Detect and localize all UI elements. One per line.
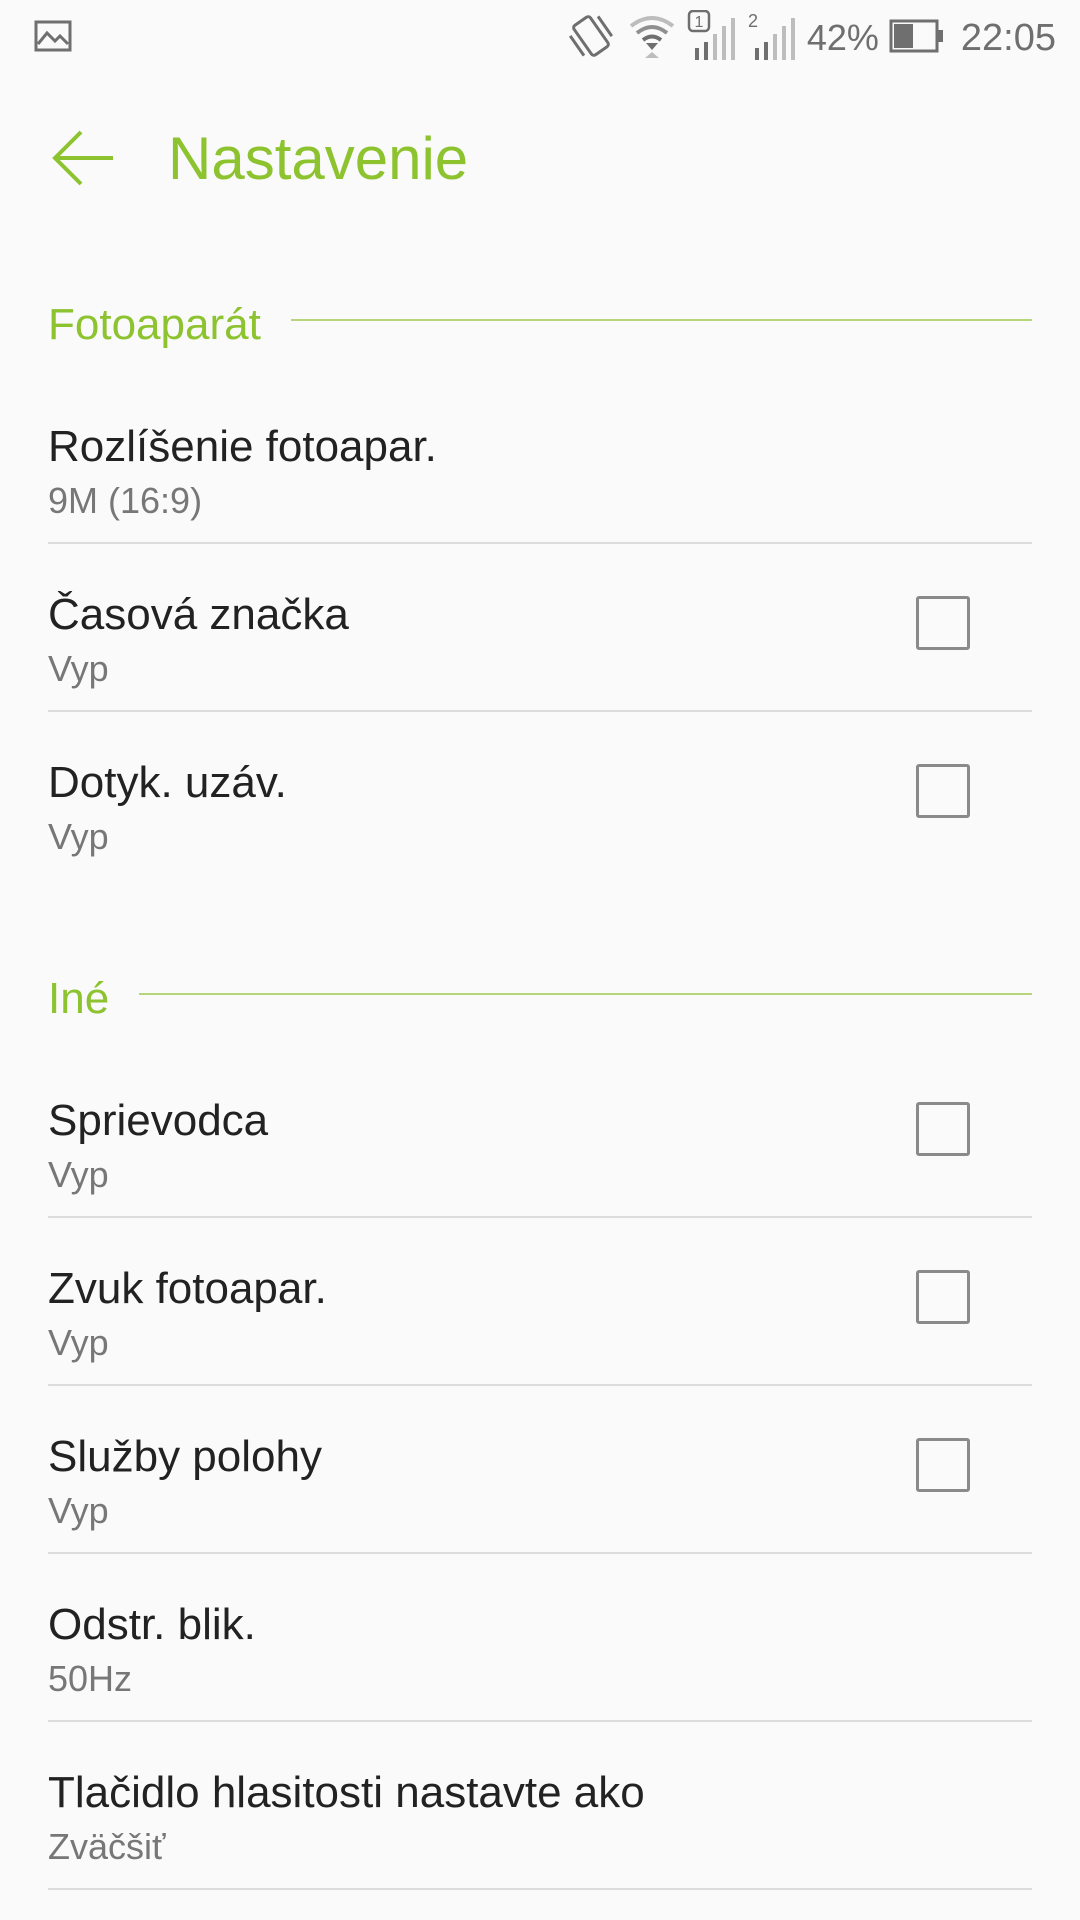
pref-title: Tlačidlo hlasitosti nastavte ako xyxy=(48,1768,645,1817)
pref-guide[interactable]: Sprievodca Vyp xyxy=(48,1050,1032,1218)
section-header-camera: Fotoaparát xyxy=(0,236,1080,376)
section-divider xyxy=(139,993,1032,995)
page-title: Nastavenie xyxy=(168,125,469,192)
pref-summary: Vyp xyxy=(48,1154,109,1195)
app-bar: Nastavenie xyxy=(0,76,1080,236)
settings-screen: 1 2 42% 22:05 Nastavenie Fotoaparát Rozl… xyxy=(0,0,1080,1920)
battery-icon xyxy=(889,18,945,59)
pref-summary: Vyp xyxy=(48,648,109,689)
pref-camera-resolution[interactable]: Rozlíšenie fotoapar. 9M (16:9) xyxy=(48,376,1032,544)
pref-location-services[interactable]: Služby polohy Vyp xyxy=(48,1386,1032,1554)
gallery-icon xyxy=(34,20,72,57)
pref-touch-shutter[interactable]: Dotyk. uzáv. Vyp xyxy=(48,712,1032,880)
pref-summary: Zväčšiť xyxy=(48,1826,166,1867)
section-divider xyxy=(290,319,1032,321)
pref-title: Odstr. blik. xyxy=(48,1600,256,1649)
pref-summary: 9M (16:9) xyxy=(48,480,203,521)
touch-shutter-checkbox[interactable] xyxy=(916,764,970,818)
sim2-signal-icon: 2 xyxy=(747,10,797,67)
camera-sound-checkbox[interactable] xyxy=(916,1270,970,1324)
back-button[interactable] xyxy=(44,120,124,200)
section-header-other: Iné xyxy=(0,880,1080,1050)
time-stamp-checkbox[interactable] xyxy=(916,596,970,650)
pref-summary: Vyp xyxy=(48,1322,109,1363)
clock: 22:05 xyxy=(960,16,1056,59)
wifi-icon xyxy=(627,12,677,65)
pref-time-stamp[interactable]: Časová značka Vyp xyxy=(48,544,1032,712)
pref-title: Sprievodca xyxy=(48,1096,269,1145)
pref-title: Zvuk fotoapar. xyxy=(48,1264,327,1313)
battery-percent: 42% xyxy=(806,17,879,58)
pref-summary: Vyp xyxy=(48,816,109,857)
pref-anti-flicker[interactable]: Odstr. blik. 50Hz xyxy=(48,1554,1032,1722)
section-title-camera: Fotoaparát xyxy=(48,300,261,349)
pref-camera-sound[interactable]: Zvuk fotoapar. Vyp xyxy=(48,1218,1032,1386)
location-services-checkbox[interactable] xyxy=(916,1438,970,1492)
pref-volume-key[interactable]: Tlačidlo hlasitosti nastavte ako Zväčšiť xyxy=(48,1722,1032,1890)
status-icons: 1 2 42% 22:05 xyxy=(565,8,1056,68)
sim1-signal-icon: 1 xyxy=(687,9,737,67)
settings-list: Fotoaparát Rozlíšenie fotoapar. 9M (16:9… xyxy=(0,236,1080,1890)
sim2-label: 2 xyxy=(748,11,758,31)
pref-title: Časová značka xyxy=(48,590,349,639)
section-title-other: Iné xyxy=(48,974,110,1023)
sim1-label: 1 xyxy=(694,14,703,31)
pref-summary: Vyp xyxy=(48,1490,109,1531)
status-bar: 1 2 42% 22:05 xyxy=(0,0,1080,76)
guide-checkbox[interactable] xyxy=(916,1102,970,1156)
pref-summary: 50Hz xyxy=(48,1658,133,1699)
pref-title: Rozlíšenie fotoapar. xyxy=(48,422,437,471)
arrow-back-icon xyxy=(49,128,119,193)
vibrate-icon xyxy=(565,12,617,65)
pref-title: Služby polohy xyxy=(48,1432,322,1481)
pref-title: Dotyk. uzáv. xyxy=(48,758,287,807)
